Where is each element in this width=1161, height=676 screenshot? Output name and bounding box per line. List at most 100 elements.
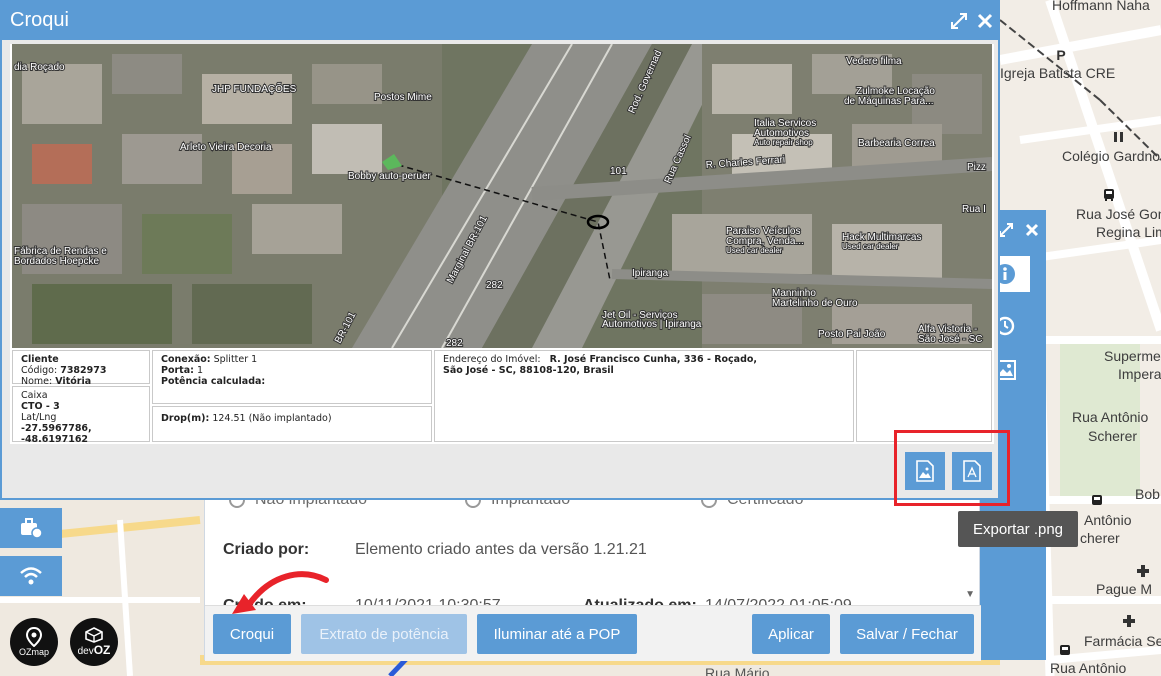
close-icon[interactable] — [1024, 222, 1040, 238]
map-label-impera: Impera — [1118, 366, 1161, 382]
conexao-info: Conexão: Splitter 1 Porta: 1 Potência ca… — [152, 350, 432, 404]
map-label-bob: Bob — [1135, 486, 1160, 502]
potencia-label: Potência calculada: — [161, 376, 266, 387]
latlng-label: Lat/Lng — [21, 412, 57, 423]
scroll-down-icon[interactable]: ▼ — [965, 589, 975, 600]
sat-label-jhp: JHP FUNDAÇÕES — [212, 82, 297, 95]
map-label-regina: Regina Lima — [1096, 224, 1161, 240]
sat-label-zulmoke-2: de Máquinas Para... — [844, 96, 934, 107]
codigo-value: 7382973 — [60, 365, 107, 376]
cliente-label: Cliente — [21, 354, 59, 365]
iluminar-pop-button[interactable]: Iluminar até a POP — [477, 614, 637, 654]
endereco-value-2: São José - SC, 88108-120, Brasil — [443, 365, 614, 376]
drop-value: 124.51 (Não implantado) — [212, 413, 332, 424]
endereco-info: Endereço do Imóvel: R. José Francisco Cu… — [434, 350, 854, 442]
croqui-modal-title: Croqui — [10, 9, 69, 31]
croqui-modal: Croqui dia Roçado JHP FUNDAÇÕES Postos M… — [0, 0, 1000, 500]
devoz-logo-text: devOZ — [78, 643, 111, 657]
sat-label-barbearia: Barbearia Correa — [858, 138, 935, 149]
sat-label-arleto: Arleto Vieira Decoria — [180, 142, 272, 153]
conexao-value: Splitter 1 — [213, 354, 258, 365]
codigo-label: Código: — [21, 365, 58, 376]
conexao-label: Conexão: — [161, 354, 211, 365]
caixa-info: Caixa CTO - 3 Lat/Lng -27.5967786, -48.6… — [12, 386, 150, 445]
map-label-superm: Superme — [1104, 348, 1161, 364]
sat-label-manninho-2: Martelinho de Ouro — [772, 298, 858, 309]
devoz-oz-text: OZ — [93, 643, 111, 657]
export-png-button[interactable] — [905, 452, 945, 490]
map-label-scherer: Scherer — [1088, 428, 1138, 444]
devoz-logo[interactable]: devOZ — [70, 618, 118, 666]
cube-icon — [85, 627, 103, 643]
sat-label-alfa-2: São José - SC — [918, 334, 982, 345]
sat-label-101: 101 — [610, 166, 627, 177]
pharmacy-icon — [1132, 560, 1154, 582]
expand-icon[interactable] — [950, 12, 968, 30]
map-label-cherer: cherer — [1080, 530, 1120, 546]
annotation-arrow — [232, 571, 329, 614]
sat-label-fabrica-2: Bordados Hoepcke — [14, 256, 99, 267]
aplicar-button[interactable]: Aplicar — [752, 614, 830, 654]
sat-label-rua-i: Rua I — [962, 204, 986, 215]
sat-label-vedere: Vedere filma — [846, 56, 902, 67]
wifi-icon — [20, 567, 42, 585]
export-pdf-button[interactable] — [952, 452, 992, 490]
map-label-rua-antonio: Rua Antônio — [1072, 409, 1149, 425]
map-label-pague: Pague M — [1096, 581, 1153, 597]
pharmacy-icon — [1118, 610, 1140, 632]
criado-por-value: Elemento criado antes da versão 1.21.21 — [355, 541, 647, 558]
wifi-button[interactable] — [0, 556, 62, 596]
close-icon[interactable] — [976, 12, 994, 30]
map-label-rua-jose: Rua José Gonzag — [1076, 206, 1161, 222]
caixa-label: Caixa — [21, 390, 48, 401]
map-label-colegio: Colégio Gardno — [1062, 148, 1161, 164]
sat-label-italia-3: Auto repair shop — [754, 138, 813, 147]
map-label-igreja: Igreja Batista CRE — [1000, 65, 1116, 81]
salvar-fechar-button[interactable]: Salvar / Fechar — [840, 614, 974, 654]
map-label-hoffmann: Hoffmann Naha — [1052, 0, 1150, 13]
sat-label-pizz: Pizz — [967, 162, 986, 173]
drop-label: Drop(m): — [161, 413, 210, 424]
map-label-farmacia: Farmácia Se — [1084, 633, 1161, 649]
empty-info-cell — [856, 350, 992, 442]
bus-stop-icon — [1086, 490, 1108, 512]
devoz-dev-text: dev — [77, 646, 94, 657]
lat-value: -27.5967786, — [21, 423, 92, 434]
satellite-map-image[interactable]: dia Roçado JHP FUNDAÇÕES Postos Mime Arl… — [12, 44, 992, 348]
ozmap-logo-text: OZmap — [18, 647, 49, 657]
croqui-modal-header[interactable]: Croqui — [2, 2, 998, 40]
sat-label-282a: 282 — [486, 280, 503, 291]
sat-label-posto-pai: Posto Pai João — [818, 329, 886, 340]
map-label-antonio2: Antônio — [1084, 512, 1132, 528]
cto-value: CTO - 3 — [21, 401, 60, 412]
expand-icon[interactable] — [998, 222, 1014, 238]
porta-label: Porta: — [161, 365, 194, 376]
parking-icon: P — [1056, 47, 1066, 63]
sat-label-jetoil-2: Automotivos | Ipiranga — [602, 319, 702, 330]
cliente-info: Cliente Código: 7382973 Nome: Vitória — [12, 350, 150, 387]
pdf-file-icon — [963, 460, 981, 482]
sat-label-paraiso-3: Used car dealer — [726, 246, 783, 255]
sat-label-ipiranga: Ipiranga — [632, 268, 669, 279]
school-icon — [1108, 126, 1130, 148]
lng-value: -48.6197162 — [21, 434, 89, 445]
croqui-body: dia Roçado JHP FUNDAÇÕES Postos Mime Arl… — [10, 44, 994, 445]
image-file-icon — [916, 460, 934, 482]
map-label-rua-antonio3: Rua Antônio — [1050, 660, 1127, 676]
endereco-label: Endereço do Imóvel: — [443, 354, 541, 365]
sat-label-postos: Postos Mime — [374, 92, 432, 103]
tools-button[interactable] — [0, 508, 62, 548]
sat-label-hack-2: Used car dealer — [842, 242, 899, 251]
sat-label-rocado: dia Roçado — [14, 62, 65, 73]
map-label-rua-mario: Rua Mário — [705, 665, 770, 676]
toolbox-icon — [21, 518, 43, 539]
export-png-tooltip: Exportar .png — [958, 511, 1078, 547]
porta-value: 1 — [196, 365, 204, 376]
endereco-value-1: R. José Francisco Cunha, 336 - Roçado, — [549, 354, 758, 365]
criado-por-label: Criado por: — [223, 541, 310, 558]
ozmap-logo[interactable]: OZmap — [10, 618, 58, 666]
drop-info: Drop(m): 124.51 (Não implantado) — [152, 406, 432, 442]
sat-label-282b: 282 — [446, 338, 463, 348]
sat-label-bobby: Bobby auto-peruer — [348, 171, 432, 182]
bus-stop-icon — [1098, 184, 1120, 206]
